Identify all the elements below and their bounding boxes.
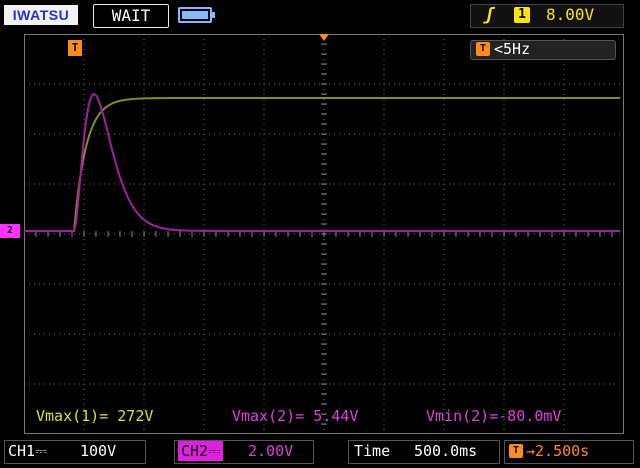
brand-logo: IWATSU: [4, 5, 78, 25]
trigger-level: 8.00V: [546, 5, 595, 24]
measurement-ch2-vmin: Vmin(2)=-80.0mV: [426, 407, 562, 425]
ch1-label: CH1⎓: [8, 442, 48, 460]
trigger-delay-icon: T: [509, 444, 523, 458]
frequency-readout: <5Hz: [494, 40, 531, 58]
ch2-ground-marker[interactable]: 2: [0, 224, 20, 238]
frequency-panel: [470, 40, 616, 60]
timebase-label: Time: [354, 442, 391, 460]
measurement-ch1-vmax: Vmax(1)= 272V: [36, 407, 154, 425]
trigger-delay-value: →2.500s: [526, 442, 590, 460]
timebase-value: 500.0ms: [414, 442, 478, 460]
battery-icon: [178, 7, 215, 23]
trigger-icon: T: [476, 42, 490, 56]
trigger-position-icon: T: [68, 40, 82, 56]
ch2-volts-per-div: 2.00V: [248, 442, 294, 460]
ch2-waveform: [24, 92, 620, 232]
measurement-ch2-vmax: Vmax(2)= 5.44V: [232, 407, 359, 425]
rising-edge-icon: ʃ: [484, 5, 495, 25]
trigger-position-marker: [319, 34, 329, 41]
trigger-source-badge: 1: [514, 7, 530, 23]
ch1-volts-per-div: 100V: [80, 442, 117, 460]
ch2-label: CH2⎓: [178, 441, 224, 461]
run-state-indicator: WAIT: [93, 4, 169, 28]
waveform-display[interactable]: [24, 34, 624, 434]
